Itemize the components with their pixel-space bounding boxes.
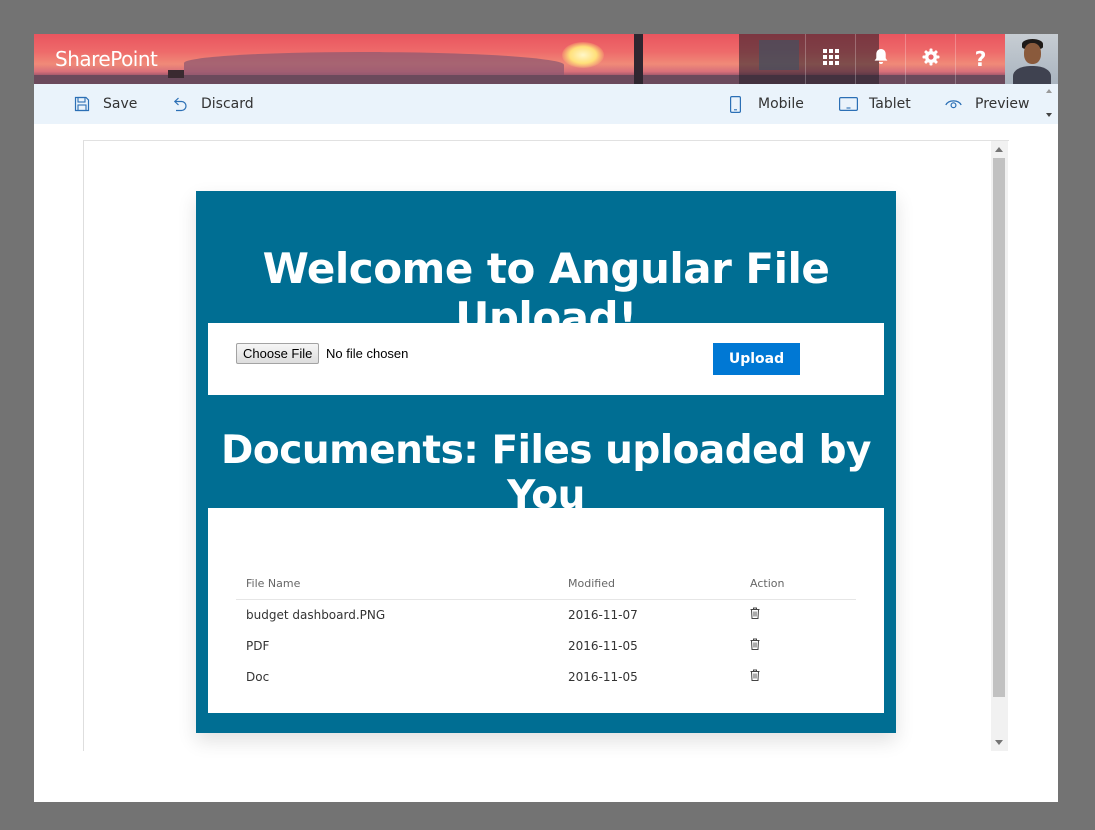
brand-title[interactable]: SharePoint xyxy=(55,47,158,71)
suite-bar: SharePoint ? xyxy=(34,34,1058,84)
preview-button[interactable]: Preview xyxy=(945,84,1030,124)
app-launcher-icon xyxy=(822,48,839,70)
table-row: PDF 2016-11-05 xyxy=(236,631,856,662)
column-header-modified: Modified xyxy=(568,577,615,590)
delete-button[interactable] xyxy=(750,662,760,693)
undo-icon xyxy=(171,96,188,112)
modified-cell: 2016-11-05 xyxy=(568,639,638,653)
canvas-scrollbar[interactable] xyxy=(991,141,1008,751)
scroll-up-arrow-icon[interactable] xyxy=(995,147,1003,152)
command-bar-scrollbar[interactable] xyxy=(1041,84,1058,124)
angular-upload-webpart: Welcome to Angular File Upload! Choose F… xyxy=(196,191,896,733)
file-name-cell: PDF xyxy=(246,639,270,653)
preview-label: Preview xyxy=(975,96,1030,112)
table-row: Doc 2016-11-05 xyxy=(236,662,856,693)
avatar[interactable] xyxy=(1005,34,1058,84)
sharepoint-window: SharePoint ? Save Discard Mobile Tablet … xyxy=(34,34,1058,802)
table-row: budget dashboard.PNG 2016-11-07 xyxy=(236,600,856,631)
scrollbar-thumb[interactable] xyxy=(993,158,1005,697)
mobile-label: Mobile xyxy=(758,96,804,112)
save-label: Save xyxy=(103,96,138,112)
table-header: File Name Modified Action xyxy=(236,574,856,600)
column-header-action: Action xyxy=(750,577,785,590)
documents-panel: File Name Modified Action budget dashboa… xyxy=(208,508,884,713)
notifications-button[interactable] xyxy=(855,34,905,84)
trash-icon xyxy=(750,662,760,693)
delete-button[interactable] xyxy=(750,600,760,631)
modified-cell: 2016-11-05 xyxy=(568,670,638,684)
banner-pole xyxy=(634,34,643,84)
bell-icon xyxy=(873,48,889,70)
scroll-down-arrow-icon[interactable] xyxy=(995,740,1003,745)
column-header-file-name: File Name xyxy=(246,577,301,590)
save-button[interactable]: Save xyxy=(74,84,137,124)
banner-sun xyxy=(562,42,604,68)
choose-file-button[interactable]: Choose File xyxy=(236,343,320,364)
documents-heading: Documents: Files uploaded by You xyxy=(221,428,871,518)
app-launcher-button[interactable] xyxy=(805,34,855,84)
settings-button[interactable] xyxy=(905,34,955,84)
trash-icon xyxy=(750,631,760,662)
delete-button[interactable] xyxy=(750,631,760,662)
avatar-face xyxy=(1024,43,1041,64)
save-icon xyxy=(74,96,90,112)
eye-icon xyxy=(945,98,962,110)
mobile-icon xyxy=(730,95,741,113)
discard-label: Discard xyxy=(201,96,254,112)
file-status-text: No file chosen xyxy=(326,346,409,361)
scroll-up-arrow-icon xyxy=(1046,89,1052,93)
banner-mountains xyxy=(184,52,564,76)
upload-button[interactable]: Upload xyxy=(713,343,800,375)
trash-icon xyxy=(750,600,760,631)
documents-table: File Name Modified Action budget dashboa… xyxy=(236,574,856,693)
help-button[interactable]: ? xyxy=(955,34,1005,84)
gear-icon xyxy=(922,48,940,71)
modified-cell: 2016-11-07 xyxy=(568,608,638,622)
avatar-shirt xyxy=(1013,66,1051,84)
tablet-icon xyxy=(839,97,858,111)
tablet-label: Tablet xyxy=(869,96,911,112)
file-name-cell: Doc xyxy=(246,670,270,684)
banner-hut xyxy=(168,70,184,78)
scroll-down-arrow-icon xyxy=(1046,113,1052,117)
discard-button[interactable]: Discard xyxy=(171,84,254,124)
upload-panel: Choose File No file chosen Upload xyxy=(208,323,884,395)
file-name-cell: budget dashboard.PNG xyxy=(246,608,386,622)
command-bar: Save Discard Mobile Tablet Preview xyxy=(34,84,1058,124)
mobile-button[interactable]: Mobile xyxy=(730,84,804,124)
help-icon: ? xyxy=(974,47,987,71)
tablet-button[interactable]: Tablet xyxy=(839,84,911,124)
